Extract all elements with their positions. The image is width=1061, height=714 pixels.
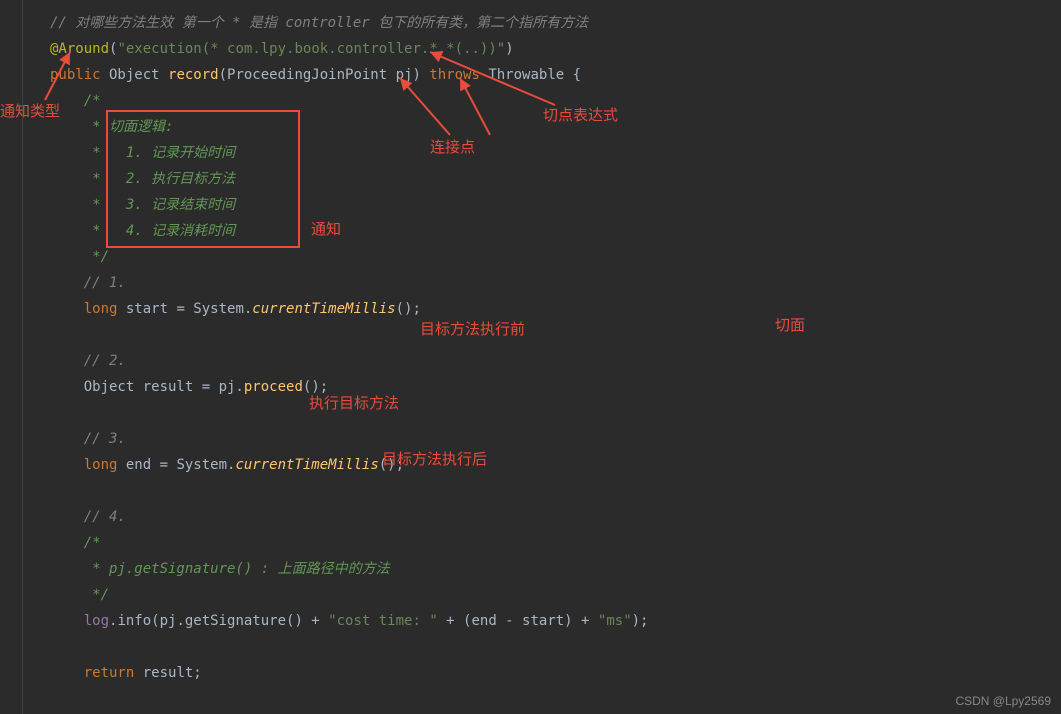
code-line: return result; bbox=[50, 660, 1061, 686]
code-line: /* bbox=[50, 88, 1061, 114]
code-line: // 3. bbox=[50, 426, 1061, 452]
code-line: /* bbox=[50, 530, 1061, 556]
code-line bbox=[50, 322, 1061, 348]
code-line: // 2. bbox=[50, 348, 1061, 374]
code-line: // 对哪些方法生效 第一个 * 是指 controller 包下的所有类，第二… bbox=[50, 10, 1061, 36]
code-line: */ bbox=[50, 244, 1061, 270]
code-line: * 切面逻辑: bbox=[50, 114, 1061, 140]
code-line bbox=[50, 400, 1061, 426]
code-line: * 4. 记录消耗时间 bbox=[50, 218, 1061, 244]
watermark: CSDN @Lpy2569 bbox=[955, 694, 1051, 708]
code-line: // 1. bbox=[50, 270, 1061, 296]
code-editor[interactable]: // 对哪些方法生效 第一个 * 是指 controller 包下的所有类，第二… bbox=[0, 0, 1061, 696]
code-line: public Object record(ProceedingJoinPoint… bbox=[50, 62, 1061, 88]
code-line bbox=[50, 478, 1061, 504]
code-line: * 2. 执行目标方法 bbox=[50, 166, 1061, 192]
code-line: // 4. bbox=[50, 504, 1061, 530]
code-line: Object result = pj.proceed(); bbox=[50, 374, 1061, 400]
code-line: * pj.getSignature() : 上面路径中的方法 bbox=[50, 556, 1061, 582]
string: "execution(* com.lpy.book.controller.*.*… bbox=[117, 41, 505, 57]
annotation: @Around bbox=[50, 41, 109, 57]
code-line: long start = System.currentTimeMillis(); bbox=[50, 296, 1061, 322]
code-line: @Around("execution(* com.lpy.book.contro… bbox=[50, 36, 1061, 62]
code-line: * 3. 记录结束时间 bbox=[50, 192, 1061, 218]
code-line: * 1. 记录开始时间 bbox=[50, 140, 1061, 166]
code-line bbox=[50, 634, 1061, 660]
code-line: log.info(pj.getSignature() + "cost time:… bbox=[50, 608, 1061, 634]
comment: // 对哪些方法生效 第一个 * 是指 controller 包下的所有类，第二… bbox=[50, 15, 588, 31]
code-line: long end = System.currentTimeMillis(); bbox=[50, 452, 1061, 478]
code-line: */ bbox=[50, 582, 1061, 608]
